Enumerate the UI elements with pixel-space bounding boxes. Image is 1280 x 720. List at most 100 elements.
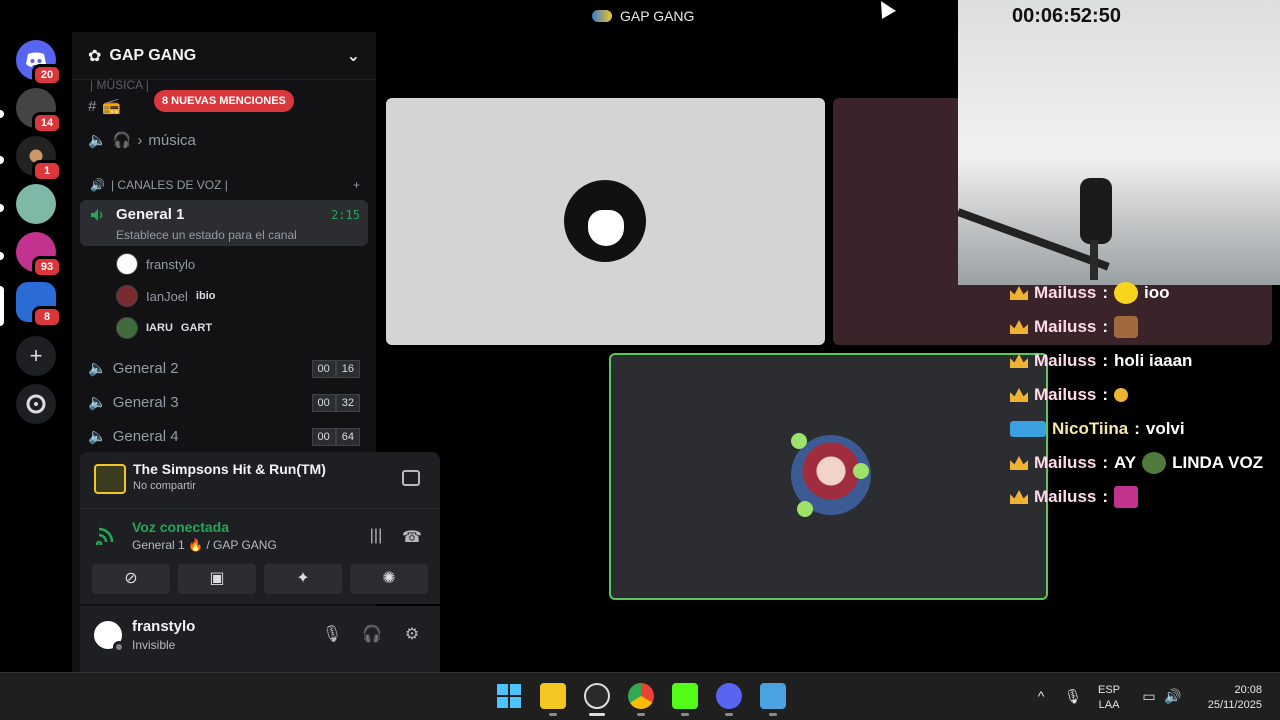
- kick-icon[interactable]: [672, 683, 698, 709]
- server-badge: 14: [32, 112, 62, 134]
- window-title: GAP GANG: [592, 8, 694, 24]
- chrome-icon[interactable]: [628, 683, 654, 709]
- microphone-icon[interactable]: 🎙: [321, 624, 343, 646]
- user-limit-counter: 00 16: [311, 360, 360, 378]
- member-name: franstylo: [146, 256, 196, 272]
- voice-location: General 1 🔥 / GAP GANG: [132, 538, 277, 552]
- noise-suppression-icon[interactable]: |||: [366, 527, 386, 545]
- channel-status[interactable]: Establece un estado para el canal: [116, 228, 297, 242]
- server-header[interactable]: ✿ GAP GANG ⌄: [72, 32, 376, 80]
- radio-icon: 📻: [102, 98, 122, 115]
- voice-member[interactable]: IanJoel ibio: [116, 283, 215, 309]
- clock[interactable]: 20:08 25/11/2025: [1198, 683, 1262, 713]
- file-explorer-icon[interactable]: [540, 683, 566, 709]
- member-tag: ibio: [195, 290, 216, 302]
- server-icon-clock[interactable]: 1: [16, 136, 62, 182]
- user-limit-counter: 00 32: [311, 394, 360, 412]
- chat-text-tail: LINDA VOZ: [1172, 453, 1264, 472]
- network-icon[interactable]: ▭: [1140, 687, 1158, 705]
- chat-message: Mailuss :: [1010, 314, 1139, 340]
- game-share-status: No compartir: [133, 480, 196, 492]
- speaker-icon: 🔈: [88, 394, 107, 411]
- category-label: | CANALES DE VOZ |: [110, 178, 228, 192]
- soundboard-button[interactable]: ✺: [350, 564, 428, 594]
- active-voice-channel[interactable]: General 1 2:15 Establece un estado para …: [80, 200, 368, 246]
- speaker-icon: 🔊: [90, 178, 105, 192]
- server-icon-pink[interactable]: 93: [16, 232, 62, 278]
- server-icon-gap-gang[interactable]: 8: [16, 282, 62, 328]
- crown-icon: [1010, 286, 1028, 300]
- member-name: IanJoel: [146, 288, 188, 304]
- language-code: ESP: [1098, 684, 1121, 696]
- count-current: 00: [311, 360, 336, 378]
- discover-icon[interactable]: [16, 384, 56, 424]
- crown-icon: [1010, 490, 1028, 504]
- connection-icon: [96, 527, 114, 545]
- microphone-icon[interactable]: 🎙: [1064, 687, 1082, 705]
- new-mentions-pill[interactable]: 8 NUEVAS MENCIONES: [154, 90, 294, 112]
- chat-message: Mailuss : ioo: [1010, 280, 1170, 306]
- headphones-icon[interactable]: 🎧: [361, 624, 383, 646]
- volume-icon[interactable]: 🔊: [1164, 687, 1182, 705]
- share-screen-button[interactable]: ▣: [178, 564, 256, 594]
- chat-text: holi iaaan: [1114, 351, 1193, 370]
- status-indicator: [113, 641, 125, 653]
- obs-icon[interactable]: [584, 683, 610, 709]
- video-tile-franstylo[interactable]: [386, 98, 825, 345]
- emoji-icon: [1142, 452, 1167, 474]
- running-indicator: [637, 713, 645, 716]
- speaker-icon: 🔈: [88, 428, 107, 445]
- chat-text: volvi: [1145, 419, 1185, 438]
- voice-connected-label[interactable]: Voz conectada: [132, 519, 229, 535]
- compass-icon: [26, 394, 46, 414]
- game-title: The Simpsons Hit & Run(TM): [133, 461, 326, 477]
- notepad-icon[interactable]: [760, 683, 786, 709]
- avatar: [116, 285, 138, 307]
- chat-message: Mailuss :: [1010, 382, 1129, 408]
- voice-member[interactable]: franstylo: [116, 251, 195, 277]
- share-screen-icon[interactable]: [402, 470, 420, 486]
- clover-decoration: [853, 463, 869, 479]
- discord-icon[interactable]: [716, 683, 742, 709]
- channel-music[interactable]: 🔈 🎧 › música: [80, 124, 368, 156]
- home-button[interactable]: 20: [16, 40, 62, 86]
- activities-button[interactable]: ✦: [264, 564, 342, 594]
- server-rail: 20 14 1 93 8 +: [0, 32, 72, 672]
- unread-pip: [0, 204, 4, 212]
- windows-start-icon[interactable]: [496, 683, 522, 709]
- gear-icon[interactable]: ⚙: [401, 624, 423, 646]
- voice-server-name: / GAP GANG: [206, 538, 277, 552]
- count-max: 32: [335, 394, 360, 412]
- call-timer: 2:15: [331, 208, 360, 222]
- chevron-up-icon[interactable]: ^: [1032, 687, 1050, 705]
- chat-message: Mailuss : AY LINDA VOZ: [1010, 450, 1263, 476]
- username[interactable]: franstylo: [132, 618, 195, 635]
- unread-pip: [0, 252, 4, 260]
- voice-category[interactable]: 🔊 | CANALES DE VOZ | +: [90, 178, 360, 192]
- video-tile-speaking[interactable]: [609, 353, 1048, 600]
- selected-pip: [0, 286, 4, 326]
- cat-avatar: [564, 180, 646, 262]
- language-indicator[interactable]: ESP LAA: [1098, 683, 1120, 713]
- add-channel-icon[interactable]: +: [353, 178, 360, 192]
- server-icon-girl[interactable]: [16, 184, 56, 224]
- voice-member[interactable]: IARU GART: [116, 315, 212, 341]
- disconnect-icon[interactable]: ☎: [402, 527, 422, 546]
- add-server-icon[interactable]: +: [16, 336, 56, 376]
- window-title-text: GAP GANG: [620, 8, 695, 24]
- server-name: GAP GANG: [109, 46, 197, 64]
- channel-name: música: [148, 131, 196, 149]
- count-current: 00: [311, 394, 336, 412]
- headphones-icon: 🎧: [112, 132, 132, 149]
- stream-timer: 00:06:52:50: [1012, 5, 1121, 27]
- server-icon-si[interactable]: 14: [16, 88, 62, 134]
- channel-name: General 1: [116, 206, 185, 223]
- crown-icon: [1010, 320, 1028, 334]
- chat-user: Mailuss: [1034, 453, 1097, 472]
- badge-icon: [1010, 421, 1046, 437]
- chat-user: Mailuss: [1034, 283, 1097, 302]
- camera-off-button[interactable]: ⊘: [92, 564, 170, 594]
- avatar: [116, 253, 138, 275]
- avatar: [116, 317, 138, 339]
- chat-message: Mailuss :: [1010, 484, 1139, 510]
